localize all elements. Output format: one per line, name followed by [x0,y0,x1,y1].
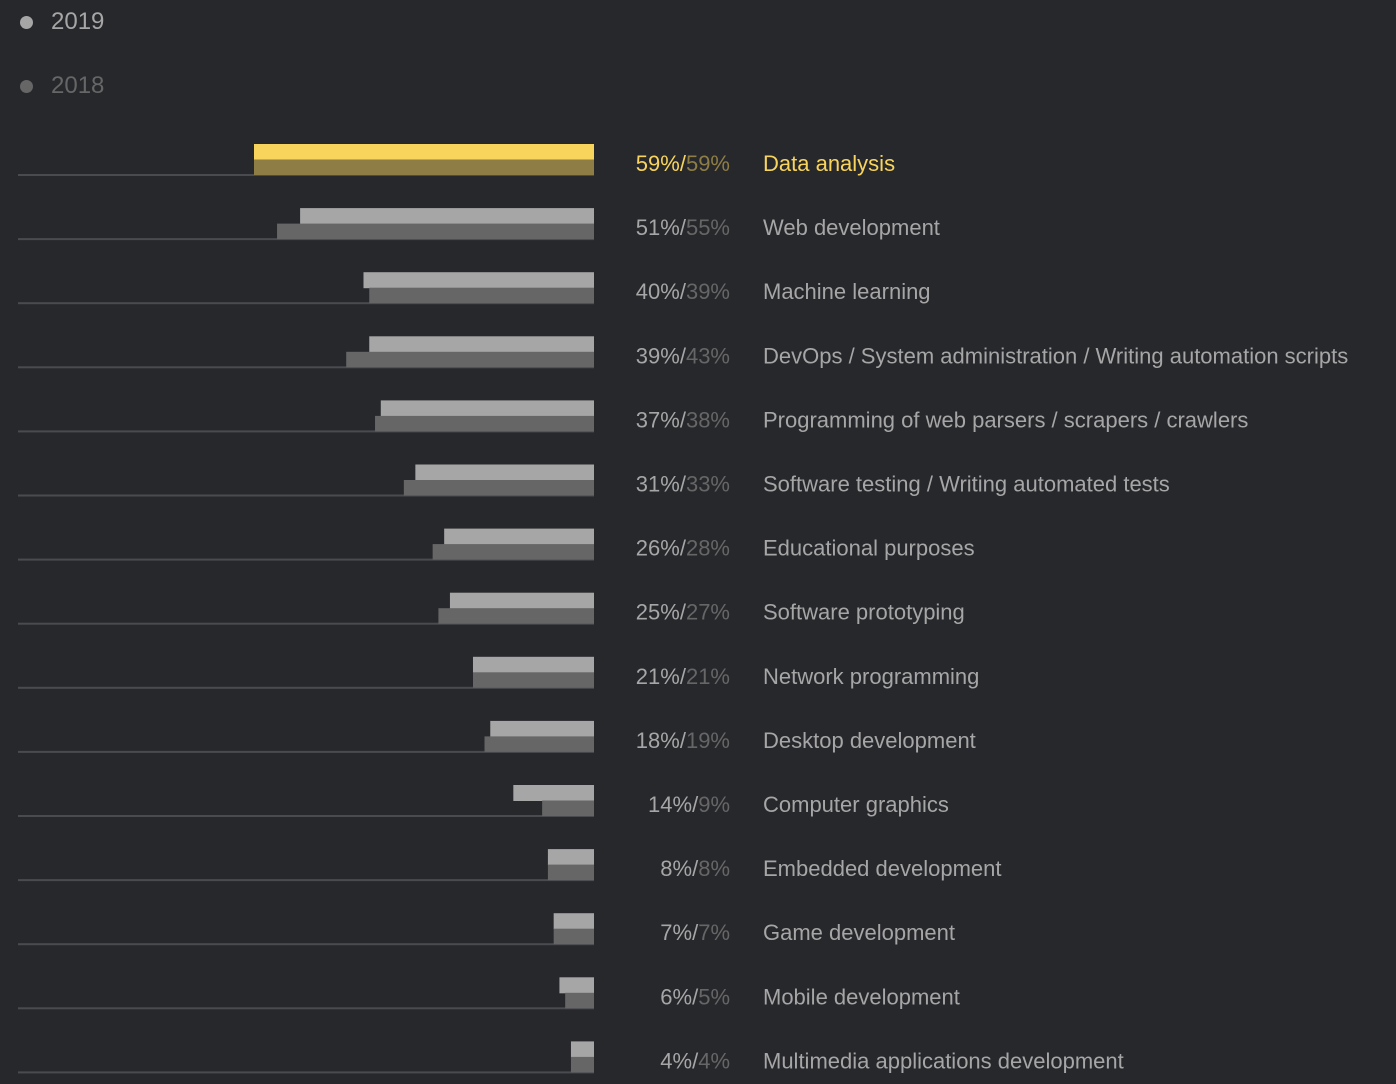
value-label-2019: 51%/ [636,215,687,240]
value-label-2019: 4%/ [660,1048,699,1073]
bar-2019[interactable] [369,336,594,353]
value-label-2018: 28% [686,536,730,561]
bar-2019[interactable] [559,977,594,994]
value-label: 6%/5% [660,984,730,1009]
value-label-2019: 14%/ [648,792,699,817]
value-label-2018: 38% [686,407,730,432]
chart-root: 2019 2018 59%/59% Data analysis 51%/55% Web… [0,0,1396,1084]
bar-2018[interactable] [346,351,594,368]
category-label: Computer graphics [763,792,949,817]
bar-2019[interactable] [380,400,594,417]
value-label-2019: 6%/ [660,984,699,1009]
category-label: DevOps / System administration / Writing… [763,343,1348,368]
bar-2019[interactable] [449,592,594,609]
category-label: Network programming [763,664,979,689]
value-label: 59%/59% [636,151,730,176]
bar-2019[interactable] [570,1041,594,1058]
row-baseline [18,1007,594,1010]
category-label: Game development [763,920,955,945]
value-label: 21%/21% [636,664,730,689]
bar-2018[interactable] [565,992,594,1009]
value-label-2018: 4% [698,1048,730,1073]
value-label-2018: 33% [686,472,730,497]
category-label: Software testing / Writing automated tes… [763,472,1170,497]
value-label-2019: 37%/ [636,407,687,432]
value-label-2018: 55% [686,215,730,240]
value-label-2019: 39%/ [636,343,687,368]
value-label: 14%/9% [648,792,730,817]
category-label: Embedded development [763,856,1002,881]
bar-chart: 59%/59% Data analysis 51%/55% Web developme… [18,144,1348,1074]
category-label: Data analysis [763,151,895,176]
value-label: 40%/39% [636,279,730,304]
value-label: 18%/19% [636,728,730,753]
bar-2019[interactable] [472,656,594,673]
category-label: Desktop development [763,728,976,753]
bar-2018[interactable] [432,544,594,560]
bar-2019[interactable] [415,464,594,481]
value-label-2018: 27% [686,600,730,625]
value-label-2018: 19% [686,728,730,753]
bar-2019[interactable] [553,913,594,930]
bar-2019[interactable] [363,272,594,289]
value-label-2019: 7%/ [660,920,699,945]
value-label-2018: 21% [686,664,730,689]
category-label: Multimedia applications development [763,1048,1124,1073]
category-label: Software prototyping [763,600,965,625]
value-label-2018: 59% [686,151,730,176]
value-label-2019: 25%/ [636,600,687,625]
bar-2018[interactable] [277,223,594,240]
row-baseline [18,879,594,882]
category-label: Programming of web parsers / scrapers / … [763,407,1248,432]
value-label: 31%/33% [636,472,730,497]
bar-2019[interactable] [547,849,594,866]
value-label: 37%/38% [636,407,730,432]
category-label: Web development [763,215,940,240]
value-label-2018: 7% [698,920,730,945]
row-baseline [18,943,594,946]
value-label-2018: 43% [686,343,730,368]
value-label-2018: 39% [686,279,730,304]
category-label: Machine learning [763,279,931,304]
bar-2019[interactable] [513,785,594,801]
value-label-2019: 59%/ [636,151,687,176]
value-label-2019: 31%/ [636,472,687,497]
row-baseline [18,1071,594,1074]
row-baseline [18,815,594,817]
value-label-2018: 9% [698,792,730,817]
value-label-2019: 18%/ [636,728,687,753]
value-label-2019: 8%/ [660,856,699,881]
value-label-2018: 5% [698,984,730,1009]
bar-2018[interactable] [553,928,594,945]
bar-2018[interactable] [484,736,594,752]
value-label-2019: 21%/ [636,664,687,689]
bar-2018[interactable] [254,159,594,176]
bar-2019[interactable] [300,208,594,225]
category-label: Mobile development [763,984,960,1009]
value-label: 26%/28% [636,536,730,561]
value-label-2019: 40%/ [636,279,687,304]
bar-2019[interactable] [490,720,594,737]
bar-2018[interactable] [369,287,594,304]
bar-2018[interactable] [570,1056,594,1073]
bar-2018[interactable] [472,672,594,688]
value-label-2019: 26%/ [636,536,687,561]
bar-2018[interactable] [547,864,594,881]
bar-2018[interactable] [438,608,594,624]
value-label: 39%/43% [636,343,730,368]
value-label: 25%/27% [636,600,730,625]
value-label-2018: 8% [698,856,730,881]
bar-2019[interactable] [444,528,594,545]
value-label: 51%/55% [636,215,730,240]
value-label: 8%/8% [660,856,730,881]
value-label: 4%/4% [660,1048,730,1073]
bar-2018[interactable] [403,480,594,496]
category-label: Educational purposes [763,536,975,561]
bar-2018[interactable] [375,415,594,432]
value-label: 7%/7% [660,920,730,945]
bar-2019[interactable] [254,144,594,160]
bar-2018[interactable] [542,800,594,817]
